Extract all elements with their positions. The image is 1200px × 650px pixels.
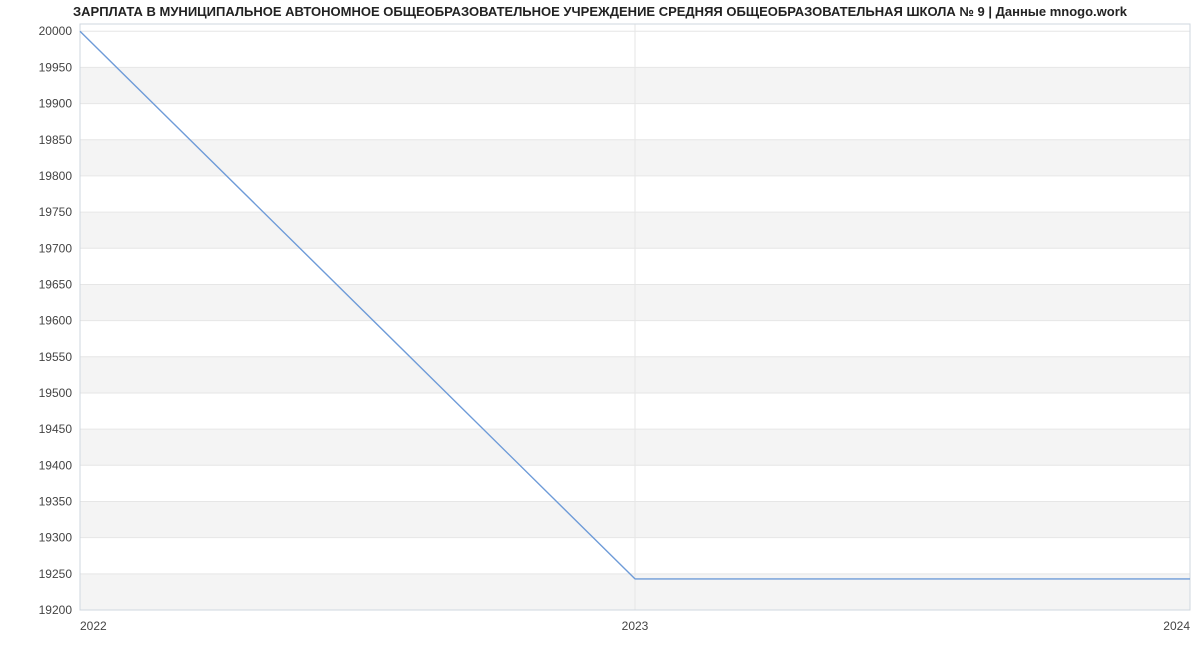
y-tick-label: 19650 <box>39 277 73 291</box>
y-tick-label: 19500 <box>39 386 73 400</box>
y-tick-label: 19900 <box>39 97 73 111</box>
y-tick-label: 19850 <box>39 133 73 147</box>
y-tick-label: 19550 <box>39 350 73 364</box>
y-tick-label: 19950 <box>39 60 73 74</box>
y-tick-label: 19250 <box>39 567 73 581</box>
y-tick-label: 19300 <box>39 531 73 545</box>
y-tick-label: 19800 <box>39 169 73 183</box>
y-tick-label: 19700 <box>39 241 73 255</box>
x-tick-label: 2024 <box>1163 619 1190 633</box>
x-tick-label: 2023 <box>622 619 649 633</box>
chart-plot: 19200 19250 19300 19350 19400 19450 19500 19550… <box>0 0 1200 650</box>
y-tick-label: 20000 <box>39 24 73 38</box>
y-tick-label: 19200 <box>39 603 73 617</box>
chart-container: ЗАРПЛАТА В МУНИЦИПАЛЬНОЕ АВТОНОМНОЕ ОБЩЕ… <box>0 0 1200 650</box>
x-tick-label: 2022 <box>80 619 107 633</box>
y-tick-label: 19400 <box>39 458 73 472</box>
y-tick-label: 19350 <box>39 494 73 508</box>
y-tick-label: 19750 <box>39 205 73 219</box>
y-tick-label: 19600 <box>39 314 73 328</box>
y-tick-label: 19450 <box>39 422 73 436</box>
